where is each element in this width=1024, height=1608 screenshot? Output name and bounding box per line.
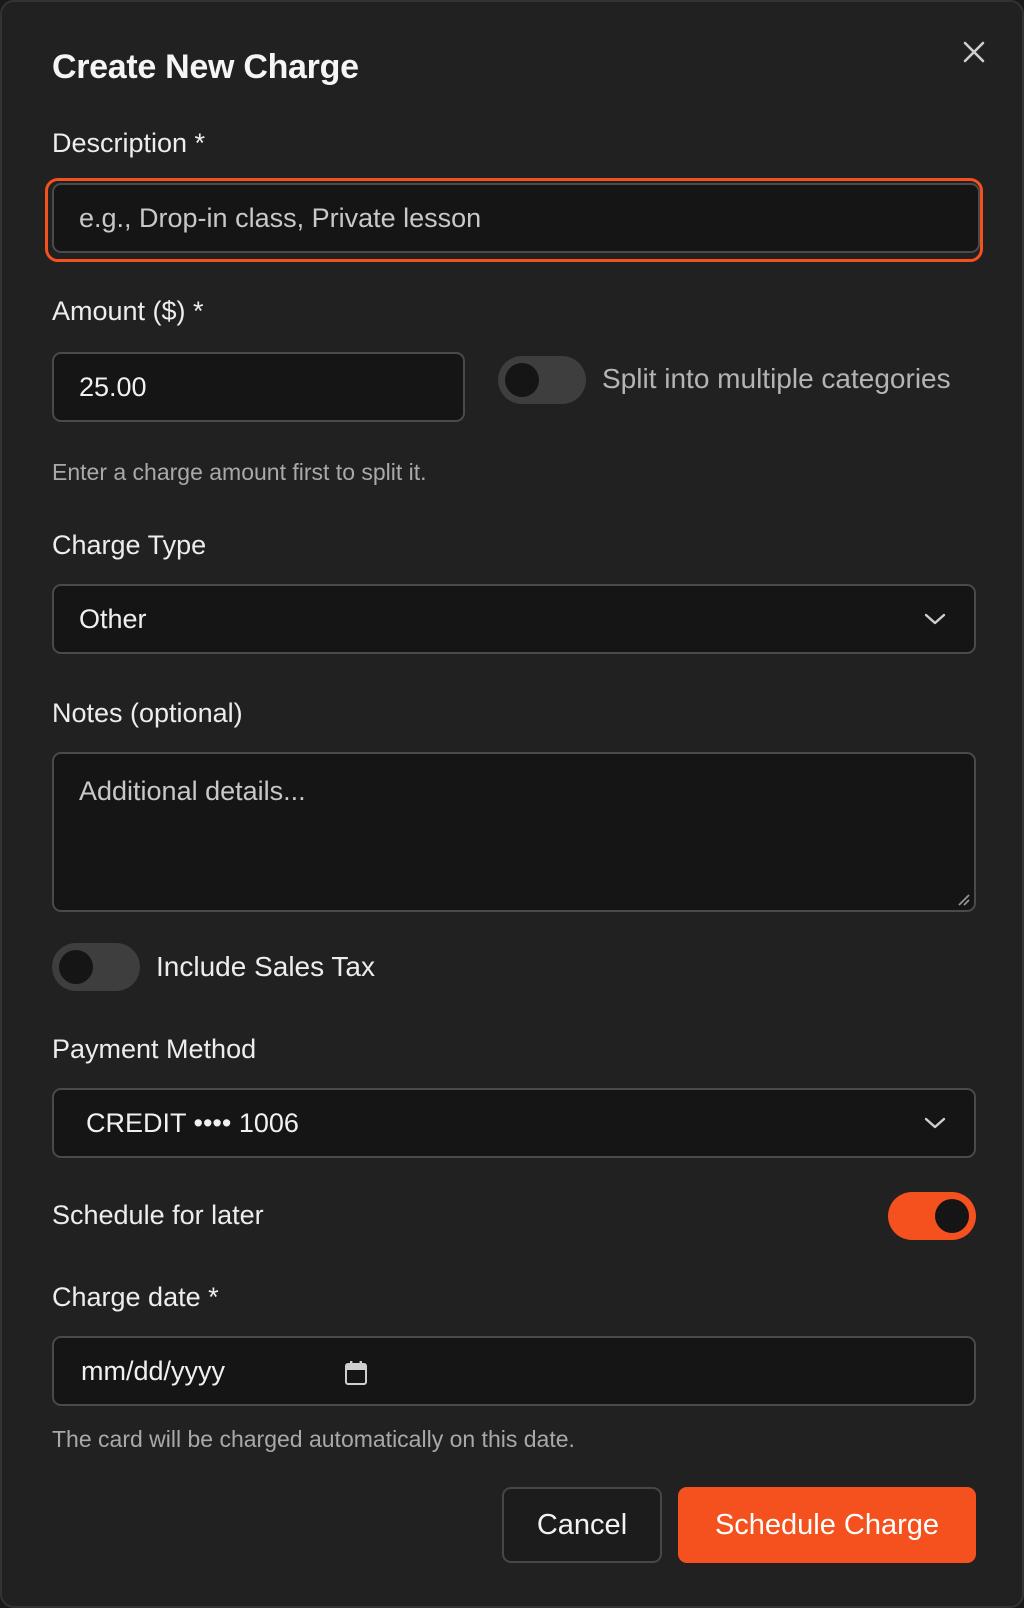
payment-method-value: CREDIT •••• 1006 — [86, 1107, 299, 1138]
schedule-toggle-knob — [935, 1199, 969, 1233]
description-input[interactable]: e.g., Drop-in class, Private lesson — [52, 183, 980, 253]
sales-tax-toggle-knob — [59, 950, 93, 984]
amount-value: 25.00 — [79, 371, 147, 402]
chevron-down-icon — [924, 613, 946, 625]
calendar-icon[interactable] — [344, 1360, 368, 1386]
schedule-charge-button[interactable]: Schedule Charge — [678, 1487, 976, 1563]
charge-date-label: Charge date * — [52, 1282, 219, 1312]
description-placeholder: e.g., Drop-in class, Private lesson — [79, 202, 482, 233]
split-toggle[interactable] — [498, 356, 586, 404]
charge-type-select[interactable]: Other — [52, 584, 976, 654]
dialog-title: Create New Charge — [52, 48, 359, 86]
split-label: Split into multiple categories — [602, 363, 951, 394]
payment-method-label: Payment Method — [52, 1034, 257, 1064]
charge-date-placeholder: mm/dd/yyyy — [81, 1355, 226, 1386]
amount-input[interactable]: 25.00 — [52, 352, 465, 422]
schedule-label: Schedule for later — [52, 1200, 264, 1230]
split-toggle-knob — [505, 363, 539, 397]
cancel-button[interactable]: Cancel — [502, 1487, 662, 1563]
charge-date-hint: The card will be charged automatically o… — [52, 1426, 575, 1452]
notes-placeholder: Additional details... — [79, 776, 306, 806]
payment-method-select[interactable]: CREDIT •••• 1006 — [52, 1088, 976, 1158]
amount-hint: Enter a charge amount first to split it. — [52, 459, 427, 485]
sales-tax-toggle[interactable] — [52, 943, 140, 991]
description-label: Description * — [52, 128, 206, 158]
charge-type-value: Other — [79, 603, 147, 634]
amount-label: Amount ($) * — [52, 296, 204, 326]
schedule-toggle[interactable] — [888, 1192, 976, 1240]
charge-type-label: Charge Type — [52, 530, 207, 560]
resize-handle-icon[interactable] — [956, 892, 970, 906]
create-charge-dialog: Create New Charge Description * e.g., Dr… — [0, 0, 1024, 1608]
charge-date-input[interactable]: mm/dd/yyyy — [52, 1336, 976, 1406]
notes-textarea[interactable]: Additional details... — [52, 752, 976, 912]
chevron-down-icon — [924, 1117, 946, 1129]
notes-label: Notes (optional) — [52, 698, 243, 728]
close-icon[interactable] — [956, 34, 992, 70]
sales-tax-label: Include Sales Tax — [156, 951, 375, 982]
